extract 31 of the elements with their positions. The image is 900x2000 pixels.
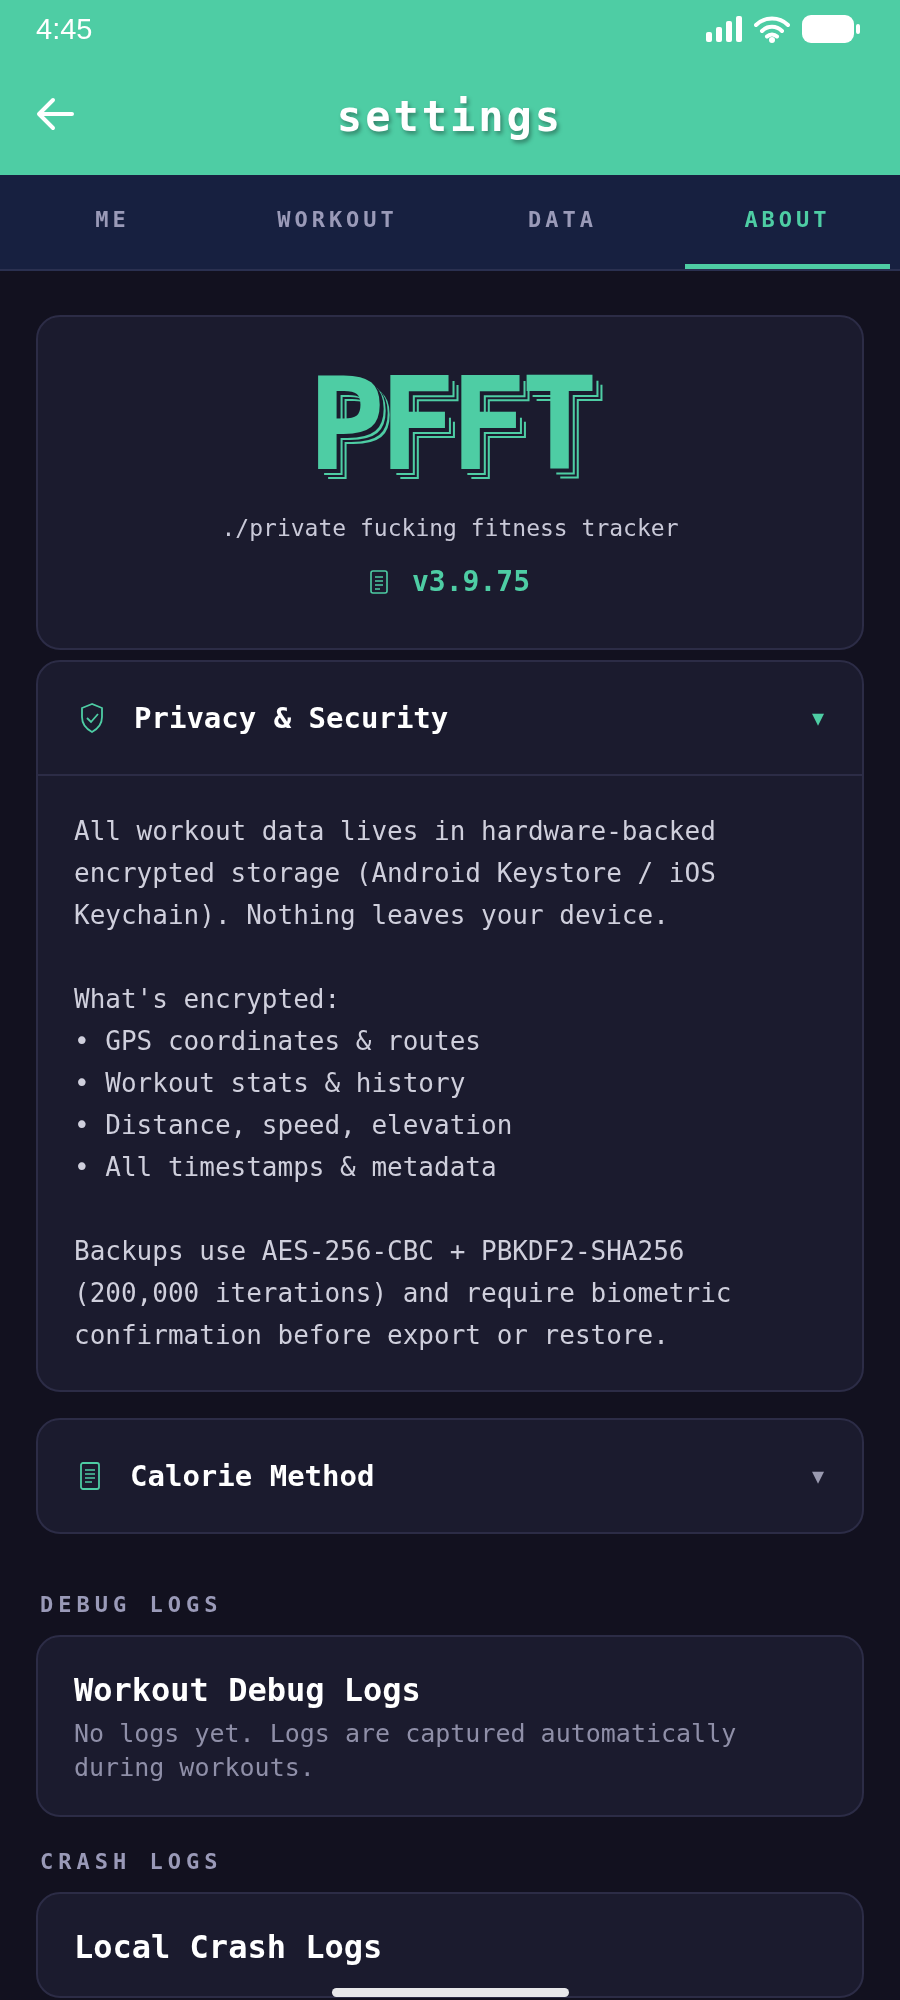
body-paragraph: Backups use AES-256-CBC + PBKDF2-SHA256 (200,000 iterations) and require biometric confirmation before export or restore. [74, 1235, 733, 1352]
list-heading: What's encrypted: [74, 983, 342, 1016]
accordion-header[interactable]: Privacy & Security ▼ [38, 662, 862, 774]
card-title: Local Crash Logs [74, 1928, 383, 1966]
bullet-item: • GPS coordinates & routes [74, 1025, 482, 1058]
document-icon [80, 1462, 100, 1490]
status-time: 4:45 [36, 12, 93, 46]
back-arrow-icon [36, 97, 74, 131]
tab[interactable]: DATA [460, 175, 665, 269]
card-description: No logs yet. Logs are captured automatically during workouts. [74, 1718, 737, 1784]
version-label: v3.9.75 [412, 565, 530, 598]
section-label: DEBUG LOGS [40, 1592, 224, 1617]
chevron-icon: ▼ [811, 1464, 824, 1488]
bullet-item: • All timestamps & metadata [74, 1151, 498, 1184]
signal-icon [706, 16, 742, 42]
bullet-item: • Workout stats & history [74, 1067, 467, 1100]
accordion-header[interactable]: Calorie Method ▼ [38, 1420, 862, 1532]
body-paragraph: All workout data lives in hardware-backed encrypted storage (Android Keystore / iOS Keychain). Nothing leaves your device. [74, 815, 717, 932]
tab[interactable]: ME [10, 175, 215, 269]
wifi-icon [754, 15, 790, 43]
battery-icon [802, 15, 860, 43]
section-label: CRASH LOGS [40, 1849, 224, 1874]
bullet-item: • Distance, speed, elevation [74, 1109, 514, 1142]
tagline: ./private fucking fitness tracker [221, 515, 679, 541]
shield-check-icon [80, 703, 104, 733]
chevron-icon: ▼ [811, 706, 824, 730]
document-icon [370, 569, 388, 594]
tab[interactable]: ABOUT [685, 175, 890, 269]
card-title: Workout Debug Logs [74, 1671, 421, 1709]
screen-title: settings [336, 92, 564, 141]
tab[interactable]: WORKOUT [235, 175, 440, 269]
